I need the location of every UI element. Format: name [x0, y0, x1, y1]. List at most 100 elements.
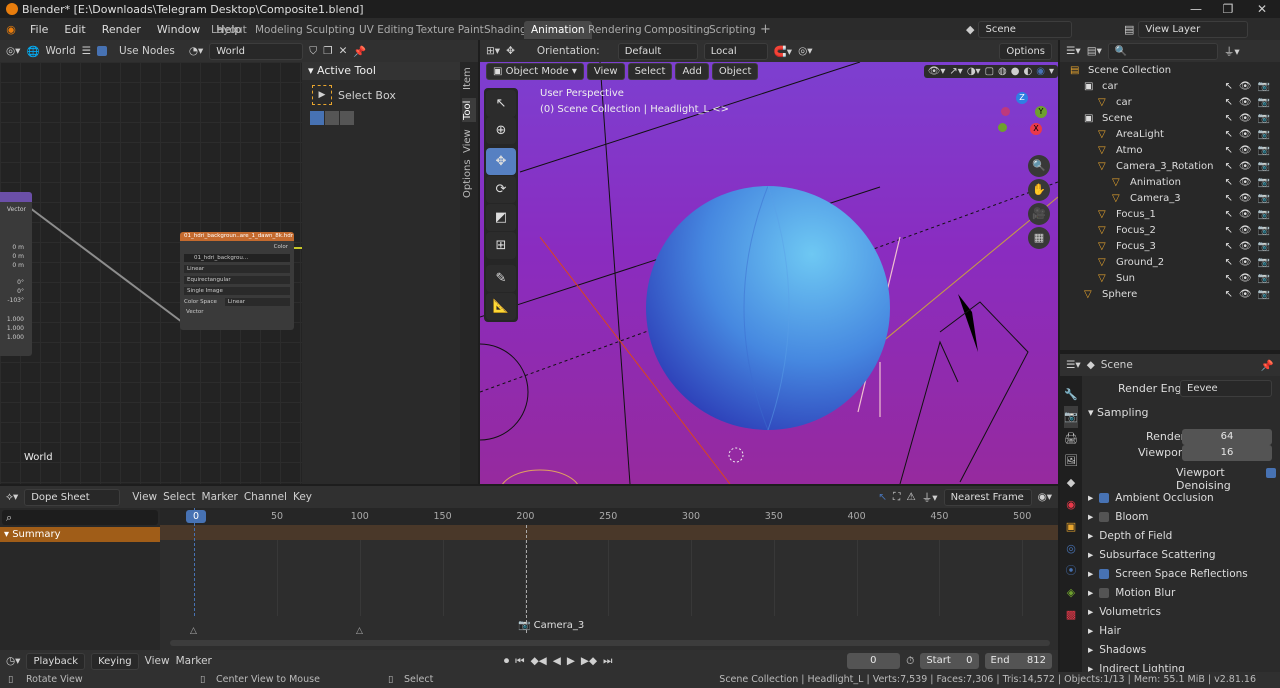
record-icon[interactable]: ⏺ [504, 655, 509, 668]
show-hidden-icon[interactable]: ⛶ [893, 491, 900, 504]
hide-eye-icon[interactable]: 👁 [1239, 97, 1252, 108]
expand-arrow-icon[interactable]: ▸ [1088, 606, 1093, 618]
scale-y[interactable]: 1.000 [0, 324, 24, 333]
dopesheet-main[interactable]: 50 100 150 200 250 300 350 400 450 500 0 △ △ 📷 Ca… [160, 508, 1058, 650]
shading-rendered-icon[interactable]: ◉ [1036, 66, 1045, 77]
timeline-editor-icon[interactable]: ◷▾ [6, 655, 20, 667]
select-arrow-icon[interactable]: ↖ [1224, 289, 1232, 300]
hide-eye-icon[interactable]: 👁 [1239, 289, 1252, 300]
tab-view[interactable]: View [462, 128, 476, 154]
expand-arrow-icon[interactable]: ▸ [1088, 644, 1093, 656]
tab-data-icon[interactable]: ◈ [1064, 582, 1078, 604]
horizontal-scrollbar[interactable] [170, 640, 1050, 646]
xray-icon[interactable]: ▢ [985, 66, 994, 77]
gizmo-toggle-icon[interactable]: ↗▾ [949, 66, 962, 77]
tab-texture-icon[interactable]: ▩ [1064, 604, 1078, 626]
shading-options-icon[interactable]: ▾ [1049, 66, 1054, 77]
tab-physics-icon[interactable]: ⦿ [1064, 560, 1078, 582]
tool-measure-icon[interactable]: 📐 [486, 293, 516, 320]
tab-modifiers-icon[interactable]: ◎ [1064, 538, 1078, 560]
object-mode-dropdown[interactable]: ▣ Object Mode ▾ [486, 62, 584, 80]
properties-section[interactable]: ▸ Indirect Lighting [1088, 659, 1185, 673]
loc-y[interactable]: 0 m [0, 252, 24, 261]
keying-dropdown[interactable]: Keying [91, 652, 139, 670]
snap-mode-dropdown[interactable]: Nearest Frame [943, 488, 1032, 506]
3d-viewport[interactable]: User Perspective (0) Scene Collection | … [480, 62, 1058, 484]
camera-view-icon[interactable]: 🎥 [1028, 203, 1050, 225]
env-projection-dropdown[interactable]: Equirectangular [184, 276, 290, 284]
select-arrow-icon[interactable]: ↖ [1224, 177, 1232, 188]
prev-keyframe-icon[interactable]: ◆◀ [531, 655, 547, 667]
scene-selector[interactable]: ◆ Scene [966, 21, 1106, 38]
minimize-button[interactable]: — [1180, 0, 1212, 18]
environment-texture-node[interactable]: 01_hdri_backgroun..are_1_dawn_8k.hdr Col… [180, 232, 294, 330]
outliner-row[interactable]: ▽ Camera_3_Rotation ↖ 👁 📷 [1062, 158, 1276, 174]
properties-section[interactable]: ▸ Ambient Occlusion [1088, 488, 1214, 507]
tab-options[interactable]: Options [462, 159, 476, 198]
outliner-row[interactable]: ▽ Sun ↖ 👁 📷 [1062, 270, 1276, 286]
duplicate-icon[interactable]: ❐ [323, 45, 332, 57]
display-mode-icon[interactable]: ▤▾ [1087, 45, 1102, 57]
expand-arrow-icon[interactable]: ▸ [1088, 549, 1093, 561]
properties-section[interactable]: ▸ Depth of Field [1088, 526, 1172, 545]
env-source-dropdown[interactable]: Single Image [184, 287, 290, 295]
expand-arrow-icon[interactable]: ▸ [1088, 492, 1093, 504]
menu-window[interactable]: Window [149, 23, 208, 36]
sphere-object[interactable] [646, 186, 890, 430]
unlink-icon[interactable]: ✕ [339, 45, 348, 57]
outliner-row[interactable]: ▽ Focus_3 ↖ 👁 📷 [1062, 238, 1276, 254]
select-arrow-icon[interactable]: ↖ [1224, 257, 1232, 268]
world-name-field[interactable]: World [209, 42, 304, 60]
play-reverse-icon[interactable]: ◀ [553, 655, 561, 667]
select-box-icon[interactable]: ▶ [312, 85, 332, 105]
hide-eye-icon[interactable]: 👁 [1239, 273, 1252, 284]
world-browse-icon[interactable]: ◔▾ [189, 45, 203, 57]
properties-section[interactable]: ▸ Motion Blur [1088, 583, 1175, 602]
render-camera-icon[interactable]: 📷 [1258, 113, 1270, 124]
properties-section[interactable]: ▸ Subsurface Scattering [1088, 545, 1216, 564]
gizmo-x-axis[interactable]: X [1030, 123, 1042, 135]
dopesheet-mode-dropdown[interactable]: Dope Sheet [24, 488, 121, 506]
ortho-grid-icon[interactable]: ▦ [1028, 227, 1050, 249]
next-keyframe-icon[interactable]: ▶◆ [581, 655, 597, 667]
select-arrow-icon[interactable]: ↖ [1224, 161, 1232, 172]
outliner-type-icon[interactable]: ☰▾ [1066, 45, 1081, 57]
blender-menu-icon[interactable]: ◉ [0, 23, 22, 36]
outliner-row[interactable]: ▽ Focus_1 ↖ 👁 📷 [1062, 206, 1276, 222]
hide-eye-icon[interactable]: 👁 [1239, 193, 1252, 204]
viewport-menu-select[interactable]: Select [627, 62, 673, 80]
current-frame-field[interactable]: 0 [846, 653, 901, 669]
close-button[interactable]: ✕ [1246, 0, 1278, 18]
tool-scale-icon[interactable]: ◩ [486, 204, 516, 231]
tab-view-layer-icon[interactable]: 🖼 [1064, 450, 1078, 472]
use-nodes-checkbox[interactable] [97, 46, 108, 56]
viewport-menu-object[interactable]: Object [711, 62, 759, 80]
end-frame-field[interactable]: End 812 [984, 653, 1052, 669]
viewport-menu-view[interactable]: View [586, 62, 625, 80]
expand-arrow-icon[interactable]: ▸ [1088, 511, 1093, 523]
playback-dropdown[interactable]: Playback [26, 652, 86, 670]
rot-x[interactable]: 0° [0, 278, 24, 287]
tool-select-icon[interactable]: ↖ [486, 90, 516, 117]
render-camera-icon[interactable]: 📷 [1258, 161, 1270, 172]
menu-file[interactable]: File [22, 23, 56, 36]
tool-cursor-icon[interactable]: ⊕ [486, 117, 516, 144]
outliner-row[interactable]: ▽ Animation ↖ 👁 📷 [1062, 174, 1276, 190]
properties-section[interactable]: ▸ Hair [1088, 621, 1121, 640]
tab-world-icon[interactable]: ◉ [1064, 494, 1078, 516]
menu-render[interactable]: Render [94, 23, 149, 36]
section-enable-checkbox[interactable] [1099, 587, 1110, 598]
dopesheet-menu-key[interactable]: Key [293, 491, 312, 503]
outliner-row[interactable]: ▣ car ↖ 👁 📷 [1062, 78, 1276, 94]
expand-arrow-icon[interactable]: ▸ [1088, 587, 1093, 599]
tab-render-icon[interactable]: 📷 [1064, 406, 1078, 428]
viewport-samples-field[interactable]: 16 [1182, 445, 1272, 461]
pivot-dropdown[interactable]: Local [703, 42, 768, 60]
camera-marker[interactable]: 📷 Camera_3 [518, 620, 584, 631]
overlay-icon[interactable]: ◑▾ [967, 66, 981, 77]
env-image-field[interactable]: 01_hdri_backgrou... [184, 254, 290, 262]
render-camera-icon[interactable]: 📷 [1258, 209, 1270, 220]
zoom-icon[interactable]: 🔍 [1028, 155, 1050, 177]
filter-icon[interactable]: ⏚▾ [1224, 44, 1240, 59]
render-camera-icon[interactable]: 📷 [1258, 241, 1270, 252]
